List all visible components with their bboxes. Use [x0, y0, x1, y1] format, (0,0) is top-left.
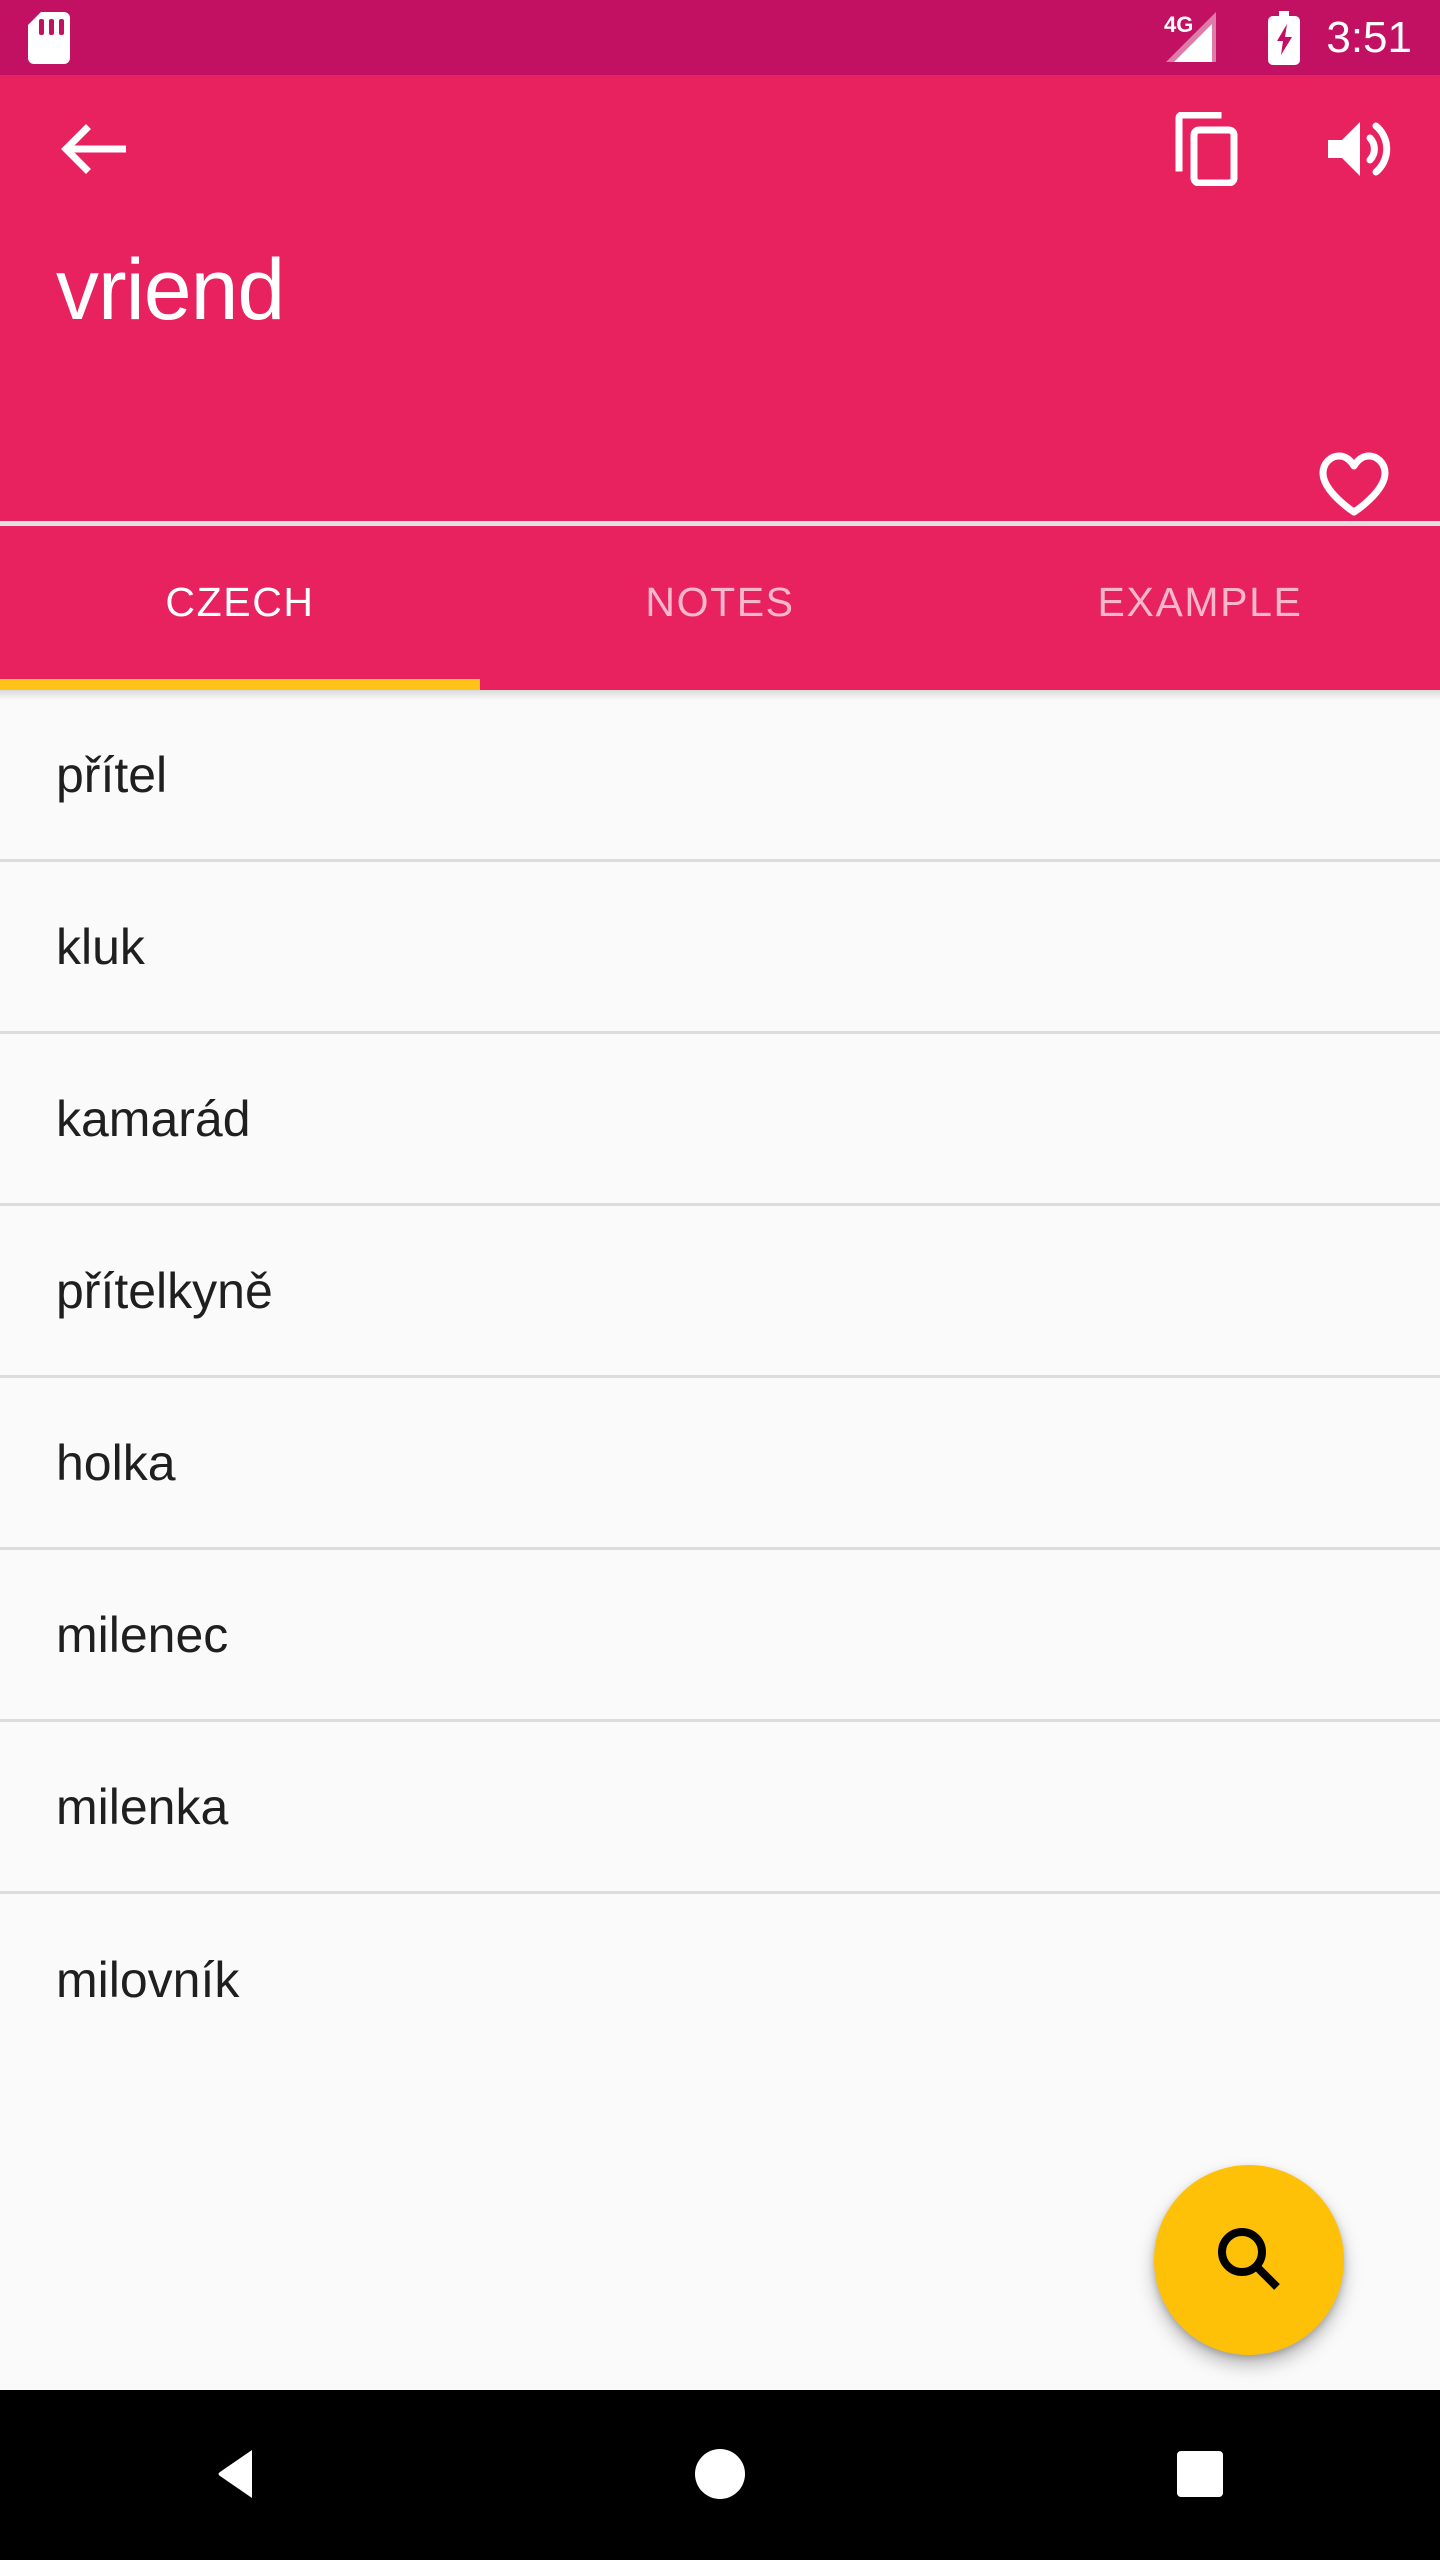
svg-text:4G: 4G: [1164, 12, 1193, 37]
battery-charging-icon: [1268, 10, 1301, 65]
status-bar: 4G 3:51: [0, 0, 1440, 75]
nav-back-button[interactable]: [0, 2390, 480, 2560]
list-item-label: milovník: [56, 1952, 240, 2008]
list-item[interactable]: přítelkyně: [0, 1206, 1440, 1378]
page-title: vriend: [56, 242, 285, 338]
list-item-label: holka: [56, 1434, 176, 1491]
nav-back-icon: [214, 2446, 266, 2505]
back-arrow-icon: [60, 121, 127, 180]
tab-czech[interactable]: CZECH: [0, 526, 480, 690]
tab-bar: CZECH NOTES EXAMPLE: [0, 526, 1440, 690]
status-bar-left: [28, 11, 70, 64]
tab-indicator: [0, 679, 480, 690]
back-button[interactable]: [60, 121, 127, 180]
list-item[interactable]: milenka: [0, 1722, 1440, 1894]
app-bar-actions: [1174, 111, 1394, 189]
sd-card-icon: [28, 11, 70, 64]
list-item[interactable]: milenec: [0, 1550, 1440, 1722]
copy-button[interactable]: [1174, 111, 1238, 189]
translation-list: přítel kluk kamarád přítelkyně holka mil…: [0, 690, 1440, 2066]
tab-example[interactable]: EXAMPLE: [960, 526, 1440, 690]
nav-recents-button[interactable]: [960, 2390, 1440, 2560]
phone-screen: 4G 3:51 vriend CZECH NOTES EXAMPLE příte…: [0, 0, 1440, 2560]
speaker-button[interactable]: [1324, 118, 1394, 183]
app-bar: [0, 75, 1440, 225]
nav-home-icon: [692, 2446, 748, 2505]
heart-outline-icon: [1318, 452, 1390, 521]
status-bar-right: 4G 3:51: [1162, 10, 1412, 66]
content-area: přítel kluk kamarád přítelkyně holka mil…: [0, 690, 1440, 2390]
copy-icon: [1174, 111, 1238, 189]
list-item[interactable]: milovník: [0, 1894, 1440, 2066]
nav-home-button[interactable]: [480, 2390, 960, 2560]
speaker-icon: [1324, 118, 1394, 183]
list-item[interactable]: přítel: [0, 690, 1440, 862]
list-item[interactable]: kamarád: [0, 1034, 1440, 1206]
list-item[interactable]: kluk: [0, 862, 1440, 1034]
signal-bars-icon: 4G: [1162, 10, 1248, 66]
list-item[interactable]: holka: [0, 1378, 1440, 1550]
tab-notes[interactable]: NOTES: [480, 526, 960, 690]
nav-recents-icon: [1174, 2448, 1226, 2503]
search-fab[interactable]: [1154, 2165, 1344, 2355]
list-item-label: kamarád: [56, 1090, 251, 1147]
favorite-button[interactable]: [1318, 452, 1390, 518]
list-item-label: přítelkyně: [56, 1262, 273, 1319]
list-item-label: milenka: [56, 1778, 229, 1835]
status-bar-clock: 3:51: [1326, 12, 1412, 62]
list-item-label: přítel: [56, 746, 168, 803]
list-item-label: milenec: [56, 1606, 229, 1663]
list-item-label: kluk: [56, 918, 145, 975]
app-header: vriend: [0, 75, 1440, 526]
android-navigation-bar: [0, 2390, 1440, 2560]
search-icon: [1209, 2219, 1289, 2302]
